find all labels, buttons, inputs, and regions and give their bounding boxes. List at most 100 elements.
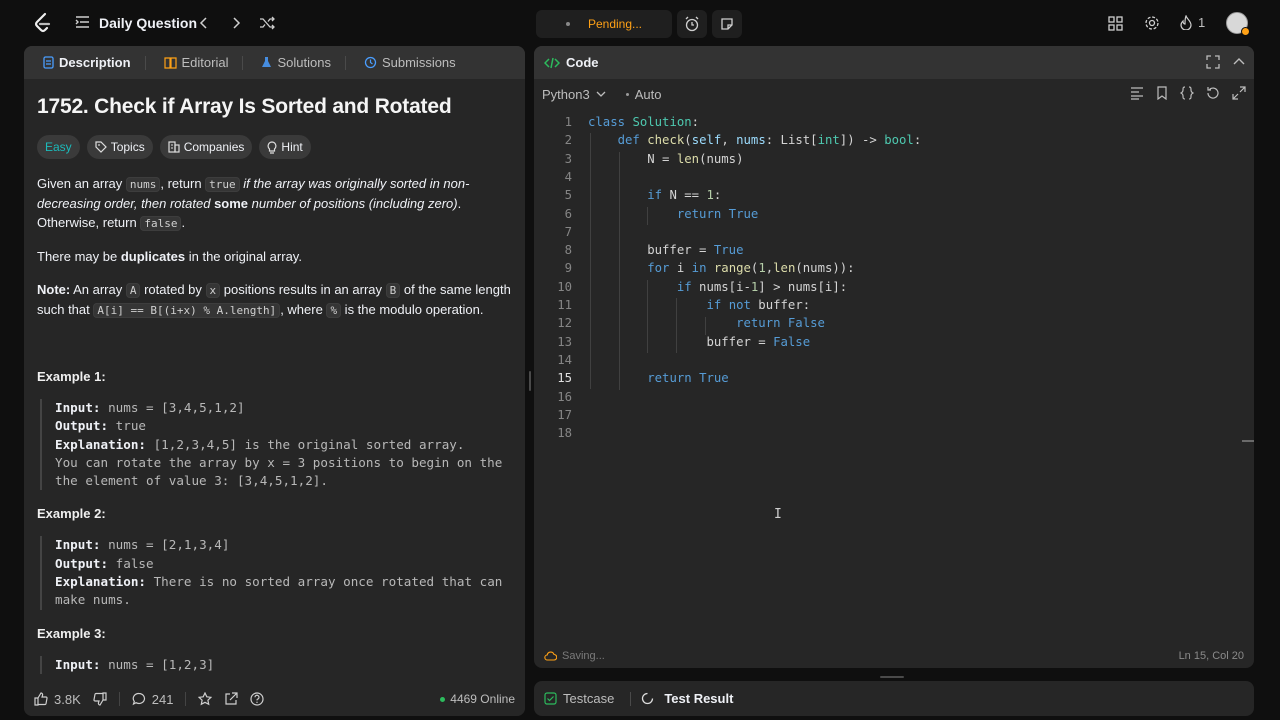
splitter-grip (529, 371, 531, 391)
lightbulb-icon (267, 140, 277, 154)
streak-counter[interactable]: 1 (1180, 15, 1205, 30)
leetcode-logo[interactable] (32, 12, 52, 34)
text: some (214, 196, 249, 211)
scrollbar-marker[interactable] (1242, 440, 1254, 442)
code-line[interactable]: 4 (534, 170, 1234, 188)
share-icon[interactable] (224, 692, 239, 706)
dislike-button[interactable] (93, 692, 107, 706)
topics-chip[interactable]: Topics (86, 135, 153, 159)
companies-chip[interactable]: Companies (159, 135, 253, 159)
tab-editorial[interactable]: Editorial (155, 46, 253, 79)
code-line[interactable]: 14 (534, 353, 1234, 371)
format-icon[interactable] (1130, 86, 1144, 100)
like-button[interactable]: 3.8K (34, 692, 81, 707)
code-editor[interactable]: 1 class Solution: 2 def check(self, nums: … (534, 115, 1254, 635)
code-line[interactable]: 8 buffer = True (534, 243, 1234, 261)
comments-button[interactable]: 241 (132, 691, 174, 707)
code-line[interactable]: 10 if nums[i-1] > nums[i]: (534, 280, 1234, 298)
grid-icon[interactable] (1108, 16, 1123, 31)
code-line[interactable]: 1 class Solution: (534, 115, 1234, 133)
comment-icon (132, 692, 145, 706)
code-line[interactable]: 18 (534, 426, 1234, 444)
inline-code: x (205, 283, 221, 298)
help-icon[interactable] (250, 692, 265, 706)
like-count: 3.8K (54, 691, 81, 707)
code-line[interactable]: 7 (534, 225, 1234, 243)
code-line[interactable]: 12 return False (534, 316, 1234, 334)
tab-description[interactable]: Description (34, 46, 155, 79)
tab-test-result[interactable]: Test Result (641, 691, 733, 706)
code-line[interactable]: 6 return True (534, 207, 1234, 225)
code-line[interactable]: 13 buffer = False (534, 335, 1234, 353)
code-line[interactable]: 11 if not buffer: (534, 298, 1234, 316)
gear-icon[interactable] (1144, 15, 1160, 31)
code-text: if nums[i-1] > nums[i]: (676, 279, 848, 294)
example-1-title: Example 1: (37, 369, 106, 384)
line-number: 18 (557, 426, 572, 441)
language-select[interactable]: Python3 (542, 87, 606, 102)
tab-testcase[interactable]: Testcase (544, 691, 632, 706)
code-line[interactable]: 3 N = len(nums) (534, 152, 1234, 170)
text: Given an array (37, 176, 126, 191)
tab-submissions[interactable]: Submissions (355, 46, 465, 79)
note-label: Note: (37, 282, 71, 297)
fullscreen-icon[interactable] (1206, 55, 1220, 69)
collapse-icon[interactable] (1232, 55, 1246, 69)
chevron-right-icon[interactable] (231, 16, 241, 30)
explanation-value: There is no sorted array once rotated th… (146, 574, 503, 590)
problem-description: 1752. Check if Array Is Sorted and Rotat… (24, 79, 525, 674)
chevron-left-icon[interactable] (199, 16, 209, 30)
code-line[interactable]: 9 for i in range(1,len(nums)): (534, 261, 1234, 279)
code-line[interactable]: 15 return True (534, 371, 1234, 389)
text-cursor-icon: I (774, 507, 782, 522)
line-number: 12 (557, 316, 572, 331)
editor-actions (1130, 86, 1246, 100)
star-icon[interactable] (198, 692, 213, 706)
code-text: class Solution: (588, 115, 700, 129)
expand-icon[interactable] (1232, 86, 1246, 100)
cursor-position: Ln 15, Col 20 (1178, 650, 1244, 662)
test-tabs: Testcase Test Result (534, 681, 1254, 716)
input-value: nums = [1,2,3] (100, 656, 215, 672)
code-line[interactable]: 16 (534, 390, 1234, 408)
alarm-button[interactable] (677, 10, 707, 38)
shuffle-icon[interactable] (259, 16, 275, 30)
code-line[interactable]: 5 if N == 1: (534, 188, 1234, 206)
inline-code: A (125, 283, 141, 298)
auto-mode[interactable]: Auto (625, 87, 661, 102)
horizontal-splitter[interactable] (525, 46, 534, 716)
code-tab-label: Code (566, 55, 599, 70)
daily-question-title[interactable]: Daily Question (99, 15, 197, 31)
line-number: 17 (557, 407, 572, 422)
hint-chip[interactable]: Hint (259, 135, 311, 159)
code-line[interactable]: 2 def check(self, nums: List[int]) -> bo… (534, 133, 1234, 151)
line-number: 6 (564, 206, 572, 221)
bookmark-icon[interactable] (1156, 86, 1168, 100)
text: , return (160, 176, 206, 191)
code-panel: Code Python3 Auto 1 class Solution: 2 de… (534, 46, 1254, 668)
avatar[interactable] (1226, 12, 1250, 36)
tab-submissions-label: Submissions (381, 55, 456, 70)
code-header-actions (1206, 55, 1246, 69)
document-icon (43, 56, 54, 69)
line-number: 9 (564, 261, 572, 276)
explanation-value: [1,2,3,4,5] is the original sorted array… (146, 436, 465, 452)
list-icon[interactable] (75, 15, 90, 29)
fire-icon (1180, 15, 1192, 30)
reset-icon[interactable] (1206, 86, 1220, 100)
tab-solutions[interactable]: Solutions (252, 46, 354, 79)
code-tab[interactable]: Code (544, 55, 599, 70)
thumbs-up-icon (34, 692, 48, 706)
editor-status-bar: Saving... Ln 15, Col 20 (534, 644, 1254, 668)
example-3-block: Input: nums = [1,2,3] (40, 655, 512, 674)
tab-editorial-label: Editorial (181, 55, 229, 70)
text: rotated by (140, 282, 206, 297)
problem-title[interactable]: 1752. Check if Array Is Sorted and Rotat… (37, 95, 512, 119)
left-tab-bar: Description Editorial Solutions Submissi… (24, 46, 525, 79)
online-dot (440, 696, 446, 702)
code-text: return True (676, 206, 759, 221)
note-button[interactable] (712, 10, 742, 38)
comment-count: 241 (151, 691, 174, 707)
code-line[interactable]: 17 (534, 408, 1234, 426)
braces-icon[interactable] (1180, 86, 1194, 100)
